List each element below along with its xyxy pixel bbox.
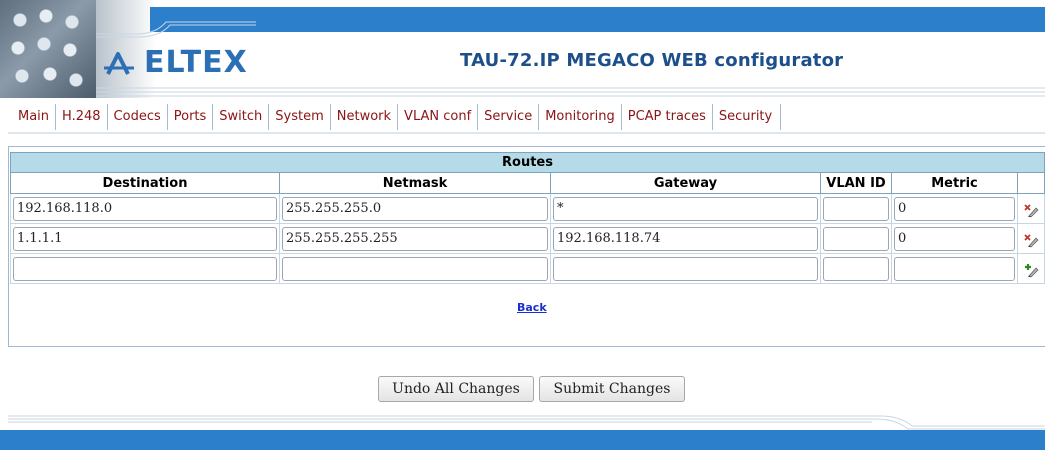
nav-item-security[interactable]: Security	[713, 104, 782, 130]
netmask-input[interactable]: 255.255.255.0	[282, 196, 548, 221]
nav-item-vlan-conf[interactable]: VLAN conf	[398, 104, 479, 130]
nav-item-pcap-traces[interactable]: PCAP traces	[622, 104, 713, 130]
gateway-input[interactable]: *	[553, 196, 818, 221]
table-row: 1.1.1.1 255.255.255.255 192.168.118.74 0	[10, 223, 1045, 254]
add-icon[interactable]	[1023, 262, 1039, 278]
netmask-input[interactable]	[282, 256, 548, 281]
footer-divider-lines	[8, 415, 1045, 430]
nav-item-ports[interactable]: Ports	[168, 104, 214, 130]
column-header-netmask: Netmask	[279, 172, 551, 194]
footer-bar	[0, 430, 1045, 450]
routes-table: Routes Destination Netmask Gateway VLAN …	[10, 152, 1045, 284]
destination-input[interactable]: 192.168.118.0	[13, 196, 277, 221]
nav-item-service[interactable]: Service	[478, 104, 540, 130]
header-photo	[0, 0, 96, 98]
delete-icon[interactable]	[1023, 232, 1039, 248]
routes-caption: Routes	[10, 152, 1045, 173]
eltex-logo: ELTEX	[104, 48, 248, 78]
destination-input[interactable]	[13, 256, 277, 281]
column-header-action	[1017, 172, 1045, 194]
main-nav: Main H.248 Codecs Ports Switch System Network V…	[12, 104, 782, 130]
netmask-input[interactable]: 255.255.255.255	[282, 226, 548, 251]
destination-input[interactable]: 1.1.1.1	[13, 226, 277, 251]
table-row: 192.168.118.0 255.255.255.0 * 0	[10, 193, 1045, 224]
nav-item-main[interactable]: Main	[12, 104, 57, 130]
header-swoosh-lines	[96, 21, 256, 38]
nav-item-codecs[interactable]: Codecs	[108, 104, 168, 130]
page-header: ELTEX TAU-72.IP MEGACO WEB configurator	[0, 0, 1045, 98]
delete-icon[interactable]	[1023, 202, 1039, 218]
metric-input[interactable]	[894, 256, 1015, 281]
header-blue-band	[150, 7, 1045, 32]
column-header-metric: Metric	[891, 172, 1018, 194]
submit-changes-button[interactable]: Submit Changes	[539, 376, 685, 402]
header-divider-lines	[96, 87, 1045, 97]
metric-input[interactable]: 0	[894, 196, 1015, 221]
column-header-gateway: Gateway	[550, 172, 821, 194]
vlan-id-input[interactable]	[823, 226, 889, 251]
undo-all-changes-button[interactable]: Undo All Changes	[378, 376, 534, 402]
vlan-id-input[interactable]	[823, 196, 889, 221]
gateway-input[interactable]: 192.168.118.74	[553, 226, 818, 251]
column-header-destination: Destination	[10, 172, 280, 194]
nav-item-monitoring[interactable]: Monitoring	[539, 104, 622, 130]
gateway-input[interactable]	[553, 256, 818, 281]
nav-item-h-248[interactable]: H.248	[56, 104, 108, 130]
back-link[interactable]: Back	[517, 301, 547, 314]
page-title: TAU-72.IP MEGACO WEB configurator	[460, 50, 844, 71]
nav-item-switch[interactable]: Switch	[213, 104, 270, 130]
column-header-vlan-id: VLAN ID	[820, 172, 892, 194]
table-row	[10, 253, 1045, 284]
vlan-id-input[interactable]	[823, 256, 889, 281]
nav-item-network[interactable]: Network	[331, 104, 399, 130]
metric-input[interactable]: 0	[894, 226, 1015, 251]
nav-divider	[8, 132, 1045, 134]
logo-text: ELTEX	[144, 45, 248, 80]
eltex-logo-icon	[104, 52, 134, 75]
nav-item-system[interactable]: System	[269, 104, 331, 130]
